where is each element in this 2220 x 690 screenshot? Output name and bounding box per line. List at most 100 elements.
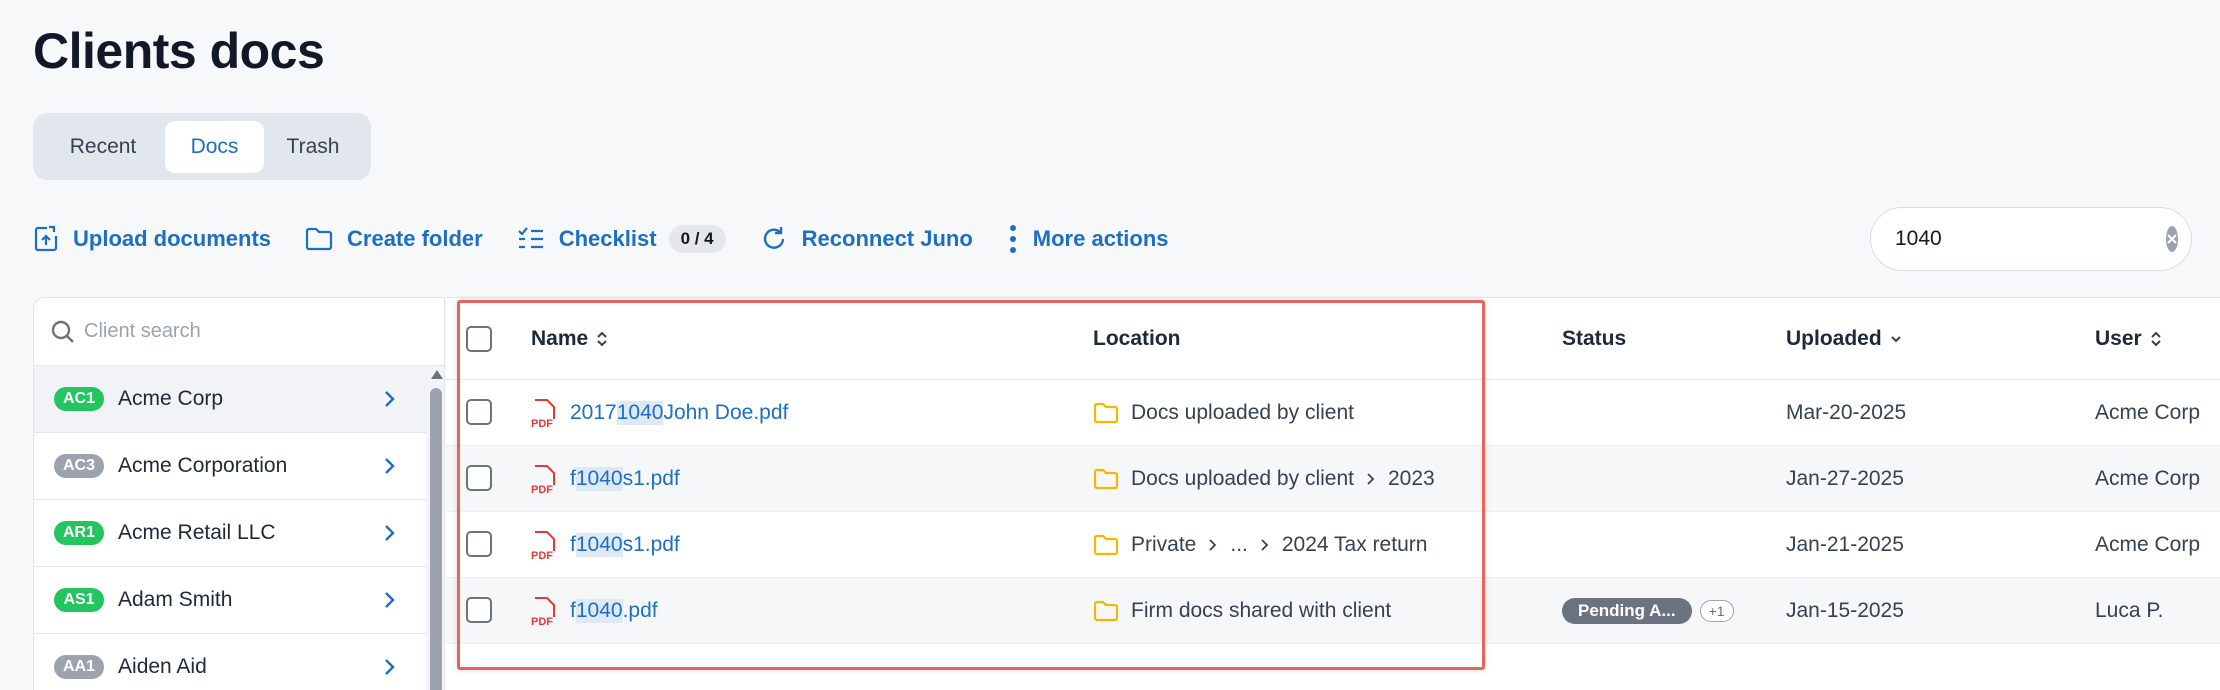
status-badge[interactable]: Pending A...: [1562, 598, 1692, 624]
location-segment: 2024 Tax return: [1281, 533, 1428, 556]
file-name-link[interactable]: 2017 1040 John Doe.pdf: [570, 380, 788, 446]
location-path[interactable]: Firm docs shared with client: [1093, 578, 1391, 644]
reconnect-juno-label: Reconnect Juno: [801, 226, 973, 251]
more-actions-button[interactable]: More actions: [1007, 224, 1169, 254]
file-name-link[interactable]: f 1040 s1.pdf: [570, 446, 680, 512]
chevron-right-icon: [385, 391, 395, 407]
client-search-placeholder: Client search: [84, 320, 201, 342]
file-name-link[interactable]: f 1040 s1.pdf: [570, 512, 680, 578]
client-item[interactable]: AC3 Acme Corporation: [34, 433, 426, 500]
upload-documents-button[interactable]: Upload documents: [33, 225, 271, 253]
file-name-part: .pdf: [622, 599, 658, 622]
view-tabs: Recent Docs Trash: [33, 113, 371, 180]
docs-search-box: [1870, 207, 2192, 271]
location-path[interactable]: Docs uploaded by client 2023: [1093, 446, 1435, 512]
folder-icon: [305, 227, 333, 251]
status-cell[interactable]: Pending A... +1: [1562, 578, 1734, 644]
file-name-part: s1.pdf: [622, 533, 680, 556]
pdf-icon: PDF: [530, 380, 558, 446]
folder-icon: [1093, 534, 1119, 556]
checklist-button[interactable]: Checklist 0 / 4: [517, 225, 726, 253]
uploaded-by-user: Acme Corp: [2095, 467, 2201, 490]
scrollbar-thumb[interactable]: [430, 388, 442, 690]
checklist-icon: [517, 227, 543, 249]
chevron-right-icon: [385, 525, 395, 541]
chevron-right-icon: [1367, 473, 1375, 485]
client-item[interactable]: AC1 Acme Corp: [34, 366, 426, 433]
sort-desc-icon: [1890, 335, 1901, 342]
search-icon: [51, 320, 74, 343]
client-name: Aiden Aid: [118, 655, 207, 678]
uploaded-date: Jan-27-2025: [1786, 467, 1904, 490]
checklist-count-badge: 0 / 4: [668, 225, 726, 253]
client-name: Acme Corporation: [118, 454, 288, 477]
file-name-part: John Doe.pdf: [663, 401, 789, 424]
uploaded-date: Mar-20-2025: [1786, 401, 1907, 424]
table-header: Name Location Status Uploaded User: [446, 298, 2220, 380]
client-code-badge: AA1: [54, 655, 105, 679]
column-uploaded-label: Uploaded: [1786, 326, 1882, 350]
row-checkbox[interactable]: [466, 531, 492, 557]
checklist-label: Checklist: [558, 226, 657, 251]
client-code-badge: AS1: [54, 588, 104, 612]
documents-table: Name Location Status Uploaded User PDF 2…: [446, 297, 2220, 690]
table-row[interactable]: PDF 2017 1040 John Doe.pdf Docs uploaded…: [446, 380, 2220, 446]
column-header-user[interactable]: User: [2095, 327, 2162, 351]
column-header-uploaded[interactable]: Uploaded: [1786, 327, 1902, 351]
toolbar: Upload documents Create folder Checklist…: [33, 213, 1203, 265]
sort-icon: [2150, 331, 2161, 346]
more-actions-label: More actions: [1032, 226, 1169, 251]
table-row[interactable]: PDF f 1040 s1.pdf Private ... 2024 Tax ret…: [446, 512, 2220, 578]
chevron-right-icon: [1209, 539, 1217, 551]
svg-text:PDF: PDF: [531, 616, 553, 626]
location-path[interactable]: Private ... 2024 Tax return: [1093, 512, 1427, 578]
page-title: Clients docs: [33, 23, 325, 79]
create-folder-button[interactable]: Create folder: [305, 226, 483, 252]
search-match-highlight: 1040: [575, 467, 623, 491]
client-search-field[interactable]: Client search: [34, 298, 444, 366]
search-match-highlight: 1040: [575, 533, 623, 557]
upload-documents-label: Upload documents: [73, 226, 272, 251]
location-segment: ...: [1230, 533, 1248, 556]
pdf-icon: PDF: [530, 578, 558, 644]
client-item[interactable]: AS1 Adam Smith: [34, 567, 426, 634]
folder-icon: [1093, 402, 1119, 424]
chevron-right-icon: [385, 659, 395, 675]
location-segment: Private: [1131, 533, 1197, 556]
tab-recent[interactable]: Recent: [41, 121, 165, 173]
column-header-status[interactable]: Status: [1562, 327, 1626, 351]
row-checkbox[interactable]: [466, 597, 492, 623]
folder-icon: [1093, 600, 1119, 622]
folder-icon: [1093, 468, 1119, 490]
upload-icon: [34, 225, 58, 252]
tab-docs[interactable]: Docs: [165, 120, 264, 173]
client-item[interactable]: AR1 Acme Retail LLC: [34, 500, 426, 567]
clear-icon: [2167, 234, 2177, 244]
row-checkbox[interactable]: [466, 465, 492, 491]
vertical-dots-icon: [1009, 225, 1016, 253]
client-name: Acme Corp: [118, 387, 224, 410]
more-status-badge[interactable]: +1: [1699, 600, 1734, 622]
column-header-location[interactable]: Location: [1093, 327, 1181, 351]
search-match-highlight: 1040: [575, 599, 623, 623]
chevron-right-icon: [385, 592, 395, 608]
select-all-checkbox[interactable]: [466, 326, 492, 352]
scroll-up-arrow-icon[interactable]: [431, 370, 443, 379]
location-path[interactable]: Docs uploaded by client: [1093, 380, 1354, 446]
refresh-icon: [763, 227, 784, 249]
uploaded-by-user: Acme Corp: [2095, 401, 2201, 424]
table-row[interactable]: PDF f 1040 s1.pdf Docs uploaded by client …: [446, 446, 2220, 512]
column-user-label: User: [2095, 326, 2142, 350]
tab-trash[interactable]: Trash: [264, 121, 362, 173]
column-header-name[interactable]: Name: [531, 327, 608, 351]
search-input[interactable]: [1895, 227, 2166, 251]
clear-search-button[interactable]: [2166, 226, 2178, 252]
table-row[interactable]: PDF f 1040 .pdf Firm docs shared with clie…: [446, 578, 2220, 644]
client-list-scrollbar[interactable]: [426, 366, 444, 690]
row-checkbox[interactable]: [466, 399, 492, 425]
svg-text:PDF: PDF: [531, 550, 553, 560]
reconnect-juno-button[interactable]: Reconnect Juno: [760, 225, 973, 253]
client-item[interactable]: AA1 Aiden Aid: [34, 634, 426, 690]
column-name-label: Name: [531, 326, 589, 350]
file-name-link[interactable]: f 1040 .pdf: [570, 578, 658, 644]
